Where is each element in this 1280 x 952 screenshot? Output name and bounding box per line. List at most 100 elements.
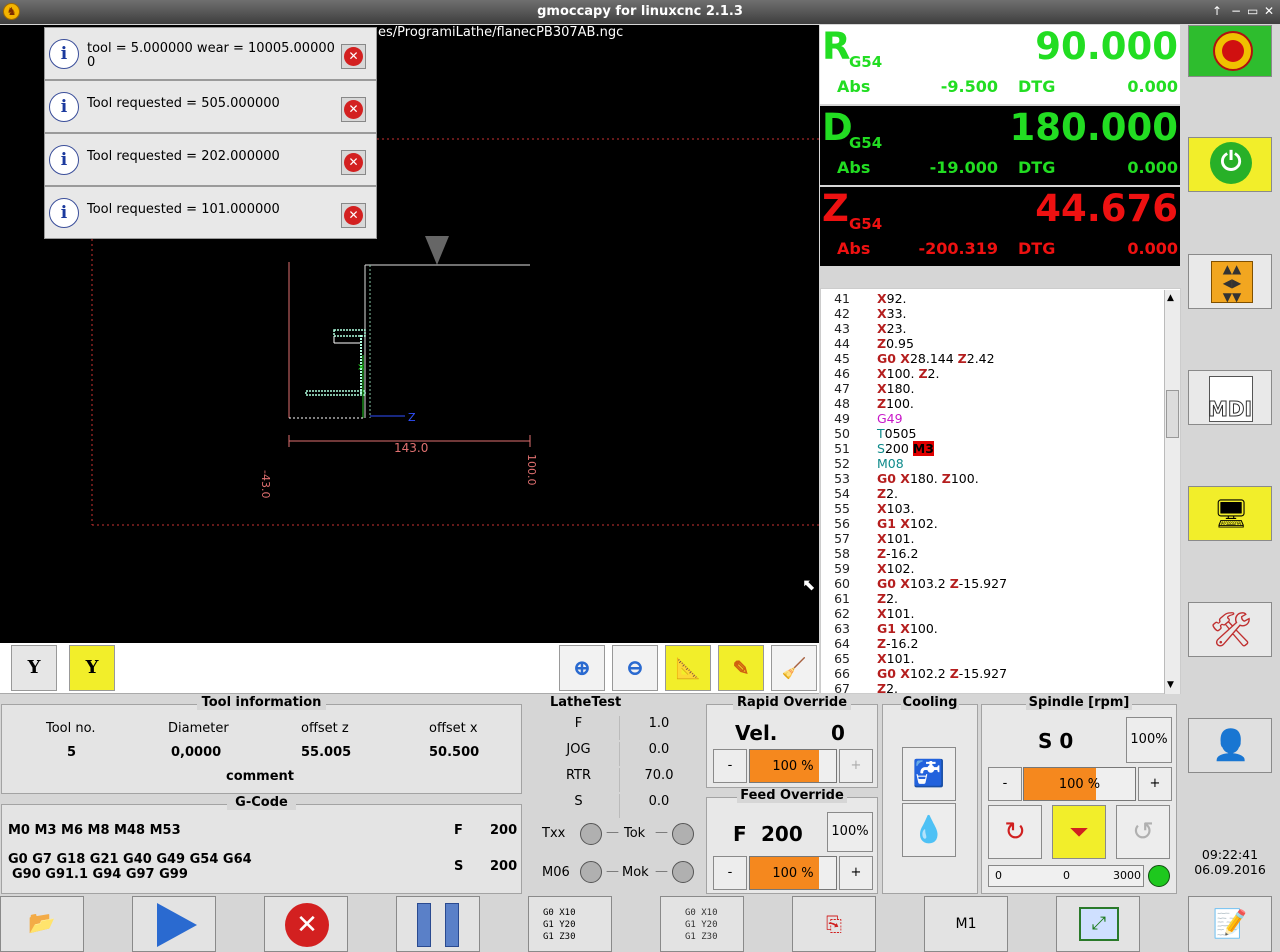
gcode-token: 28.144 xyxy=(909,351,958,366)
rapid-plus-button[interactable]: + xyxy=(839,749,873,783)
optional-skip-button[interactable]: ⎘ xyxy=(792,896,876,952)
line-number: 51 xyxy=(834,441,850,456)
rapid-minus-button[interactable]: - xyxy=(713,749,747,783)
line-text: G0 X102.2 Z-15.927 xyxy=(877,666,1007,681)
user-tabs-button[interactable]: 👤 xyxy=(1188,718,1272,773)
flood-button[interactable]: 🚰 xyxy=(902,747,956,801)
line-text: X102. xyxy=(877,561,914,576)
gcode-scrollbar[interactable]: ▲ ▼ xyxy=(1164,290,1180,694)
gcode-token: X xyxy=(877,501,887,516)
feed-plus-button[interactable]: + xyxy=(839,856,873,890)
stop-button[interactable]: ✕ xyxy=(264,896,348,952)
dro-axis-z[interactable]: Z G54 44.676 Abs -200.319 DTG 0.000 xyxy=(820,187,1180,266)
gcode-token: 0.95 xyxy=(886,336,914,351)
close-message-button[interactable]: ✕ xyxy=(341,97,366,122)
led-txx xyxy=(580,823,602,845)
window-minimize-button[interactable]: − xyxy=(1231,4,1241,18)
spindle-override-slider[interactable]: 100 % xyxy=(1023,767,1136,801)
dtg-value: 0.000 xyxy=(1127,158,1178,177)
estop-button[interactable] xyxy=(1188,25,1272,77)
zoom-out-button[interactable]: ⊖ xyxy=(612,645,658,691)
line-number: 66 xyxy=(834,666,850,681)
dimension-right-label: 100.0 xyxy=(525,454,538,486)
close-message-button[interactable]: ✕ xyxy=(341,44,366,69)
gcode-scroll-thumb[interactable] xyxy=(1166,390,1179,438)
gcode-view[interactable]: 41 X92. 42 X33. 43 X23. 44 Z0.95 45 G0 X28.144 Z2… xyxy=(820,288,1181,694)
dtg-label: DTG xyxy=(1018,77,1056,96)
spindle-plus-button[interactable]: + xyxy=(1138,767,1172,801)
spindle-stop-button[interactable]: ⏷ xyxy=(1052,805,1106,859)
cooling-frame: Cooling 🚰 💧 xyxy=(882,695,978,894)
clear-plot-button[interactable]: 🧹 xyxy=(771,645,817,691)
info-icon: i xyxy=(49,39,79,69)
rapid-override-slider[interactable]: 100 % xyxy=(749,749,837,783)
line-text: G0 X103.2 Z-15.927 xyxy=(877,576,1007,591)
optional-stop-button[interactable]: M1 xyxy=(924,896,1008,952)
tool-no-value: 5 xyxy=(67,745,77,760)
spindle-reverse-button[interactable]: ↺ xyxy=(1116,805,1170,859)
zoom-in-icon: ⊕ xyxy=(572,655,592,681)
scroll-down-icon[interactable]: ▼ xyxy=(1167,680,1174,690)
edit-button[interactable]: 📝 xyxy=(1188,896,1272,952)
close-message-button[interactable]: ✕ xyxy=(341,203,366,228)
dro-axis-d[interactable]: D G54 180.000 Abs -19.000 DTG 0.000 xyxy=(820,106,1180,185)
gcode-token: M3 xyxy=(912,441,934,456)
show-tool-path-button[interactable]: ✎ xyxy=(718,645,764,691)
abs-label: Abs xyxy=(837,239,871,258)
spindle-stop-icon: ⏷ xyxy=(1069,818,1089,846)
spindle-minus-button[interactable]: - xyxy=(988,767,1022,801)
axis-value: 180.000 xyxy=(1009,106,1178,149)
window-above-button[interactable]: ↑ xyxy=(1212,4,1222,18)
spindle-reset-button[interactable]: 100% xyxy=(1126,717,1172,763)
line-number: 63 xyxy=(834,621,850,636)
auto-mode-button[interactable]: 🖥 xyxy=(1188,486,1272,541)
run-button[interactable] xyxy=(132,896,216,952)
lathetest-label-f: F xyxy=(538,716,620,740)
settings-button[interactable]: 🛠 xyxy=(1188,602,1272,657)
diameter-header: Diameter xyxy=(168,721,229,736)
computer-to-machine-icon: 🖥 xyxy=(1213,497,1249,530)
fullscreen-button[interactable]: ⤢ xyxy=(1056,896,1140,952)
open-file-button[interactable]: 📂 xyxy=(0,896,84,952)
feed-reset-button[interactable]: 100% xyxy=(827,812,873,852)
abs-value: -19.000 xyxy=(929,158,998,177)
close-message-button[interactable]: ✕ xyxy=(341,150,366,175)
active-mcodes: M0 M3 M6 M8 M48 M53 xyxy=(8,823,181,838)
view-y-button[interactable]: Y xyxy=(11,645,57,691)
line-text: G0 X180. Z100. xyxy=(877,471,979,486)
scroll-up-icon[interactable]: ▲ xyxy=(1167,293,1174,303)
power-button[interactable]: ⏻ xyxy=(1188,137,1272,192)
view-y2-button[interactable]: Y xyxy=(69,645,115,691)
run-from-line-button[interactable]: G0 X10 G1 Y20 G1 Z30 xyxy=(660,896,744,952)
message-text: Tool requested = 101.000000 xyxy=(87,202,280,217)
mist-button[interactable]: 💧 xyxy=(902,803,956,857)
show-dimensions-button[interactable]: 📐 xyxy=(665,645,711,691)
offset-z-header: offset z xyxy=(301,721,349,736)
window-maximize-button[interactable]: ▭ xyxy=(1247,4,1258,18)
message-item: i Tool requested = 505.000000 ✕ xyxy=(44,80,377,133)
manual-mode-button[interactable]: ▲▲ ◀▶ ▼▼ xyxy=(1188,254,1272,309)
line-text: X101. xyxy=(877,606,914,621)
zoom-in-button[interactable]: ⊕ xyxy=(559,645,605,691)
offset-x-value: 50.500 xyxy=(429,745,480,760)
gcode-token: 101. xyxy=(886,531,915,546)
line-text: Z-16.2 xyxy=(877,636,918,651)
velocity-label: Vel. xyxy=(735,721,778,745)
lathetest-title: LatheTest xyxy=(550,695,622,710)
spindle-forward-button[interactable]: ↻ xyxy=(988,805,1042,859)
gcode-token: 180. xyxy=(886,381,915,396)
line-text: X101. xyxy=(877,531,914,546)
line-text: Z2. xyxy=(877,591,898,606)
mdi-mode-button[interactable]: MDI xyxy=(1188,370,1272,425)
window-close-button[interactable]: ✕ xyxy=(1264,4,1274,18)
feed-override-title: Feed Override xyxy=(737,788,847,803)
feed-override-value: 200 xyxy=(761,822,803,846)
feed-override-slider[interactable]: 100 % xyxy=(749,856,837,890)
pause-button[interactable] xyxy=(396,896,480,952)
feed-minus-button[interactable]: - xyxy=(713,856,747,890)
info-icon: i xyxy=(49,145,79,175)
line-text: X100. Z2. xyxy=(877,366,939,381)
dro-axis-r[interactable]: R G54 90.000 Abs -9.500 DTG 0.000 xyxy=(820,25,1180,104)
step-button[interactable]: G0 X10 G1 Y20 G1 Z30 xyxy=(528,896,612,952)
cooling-title: Cooling xyxy=(901,695,959,710)
